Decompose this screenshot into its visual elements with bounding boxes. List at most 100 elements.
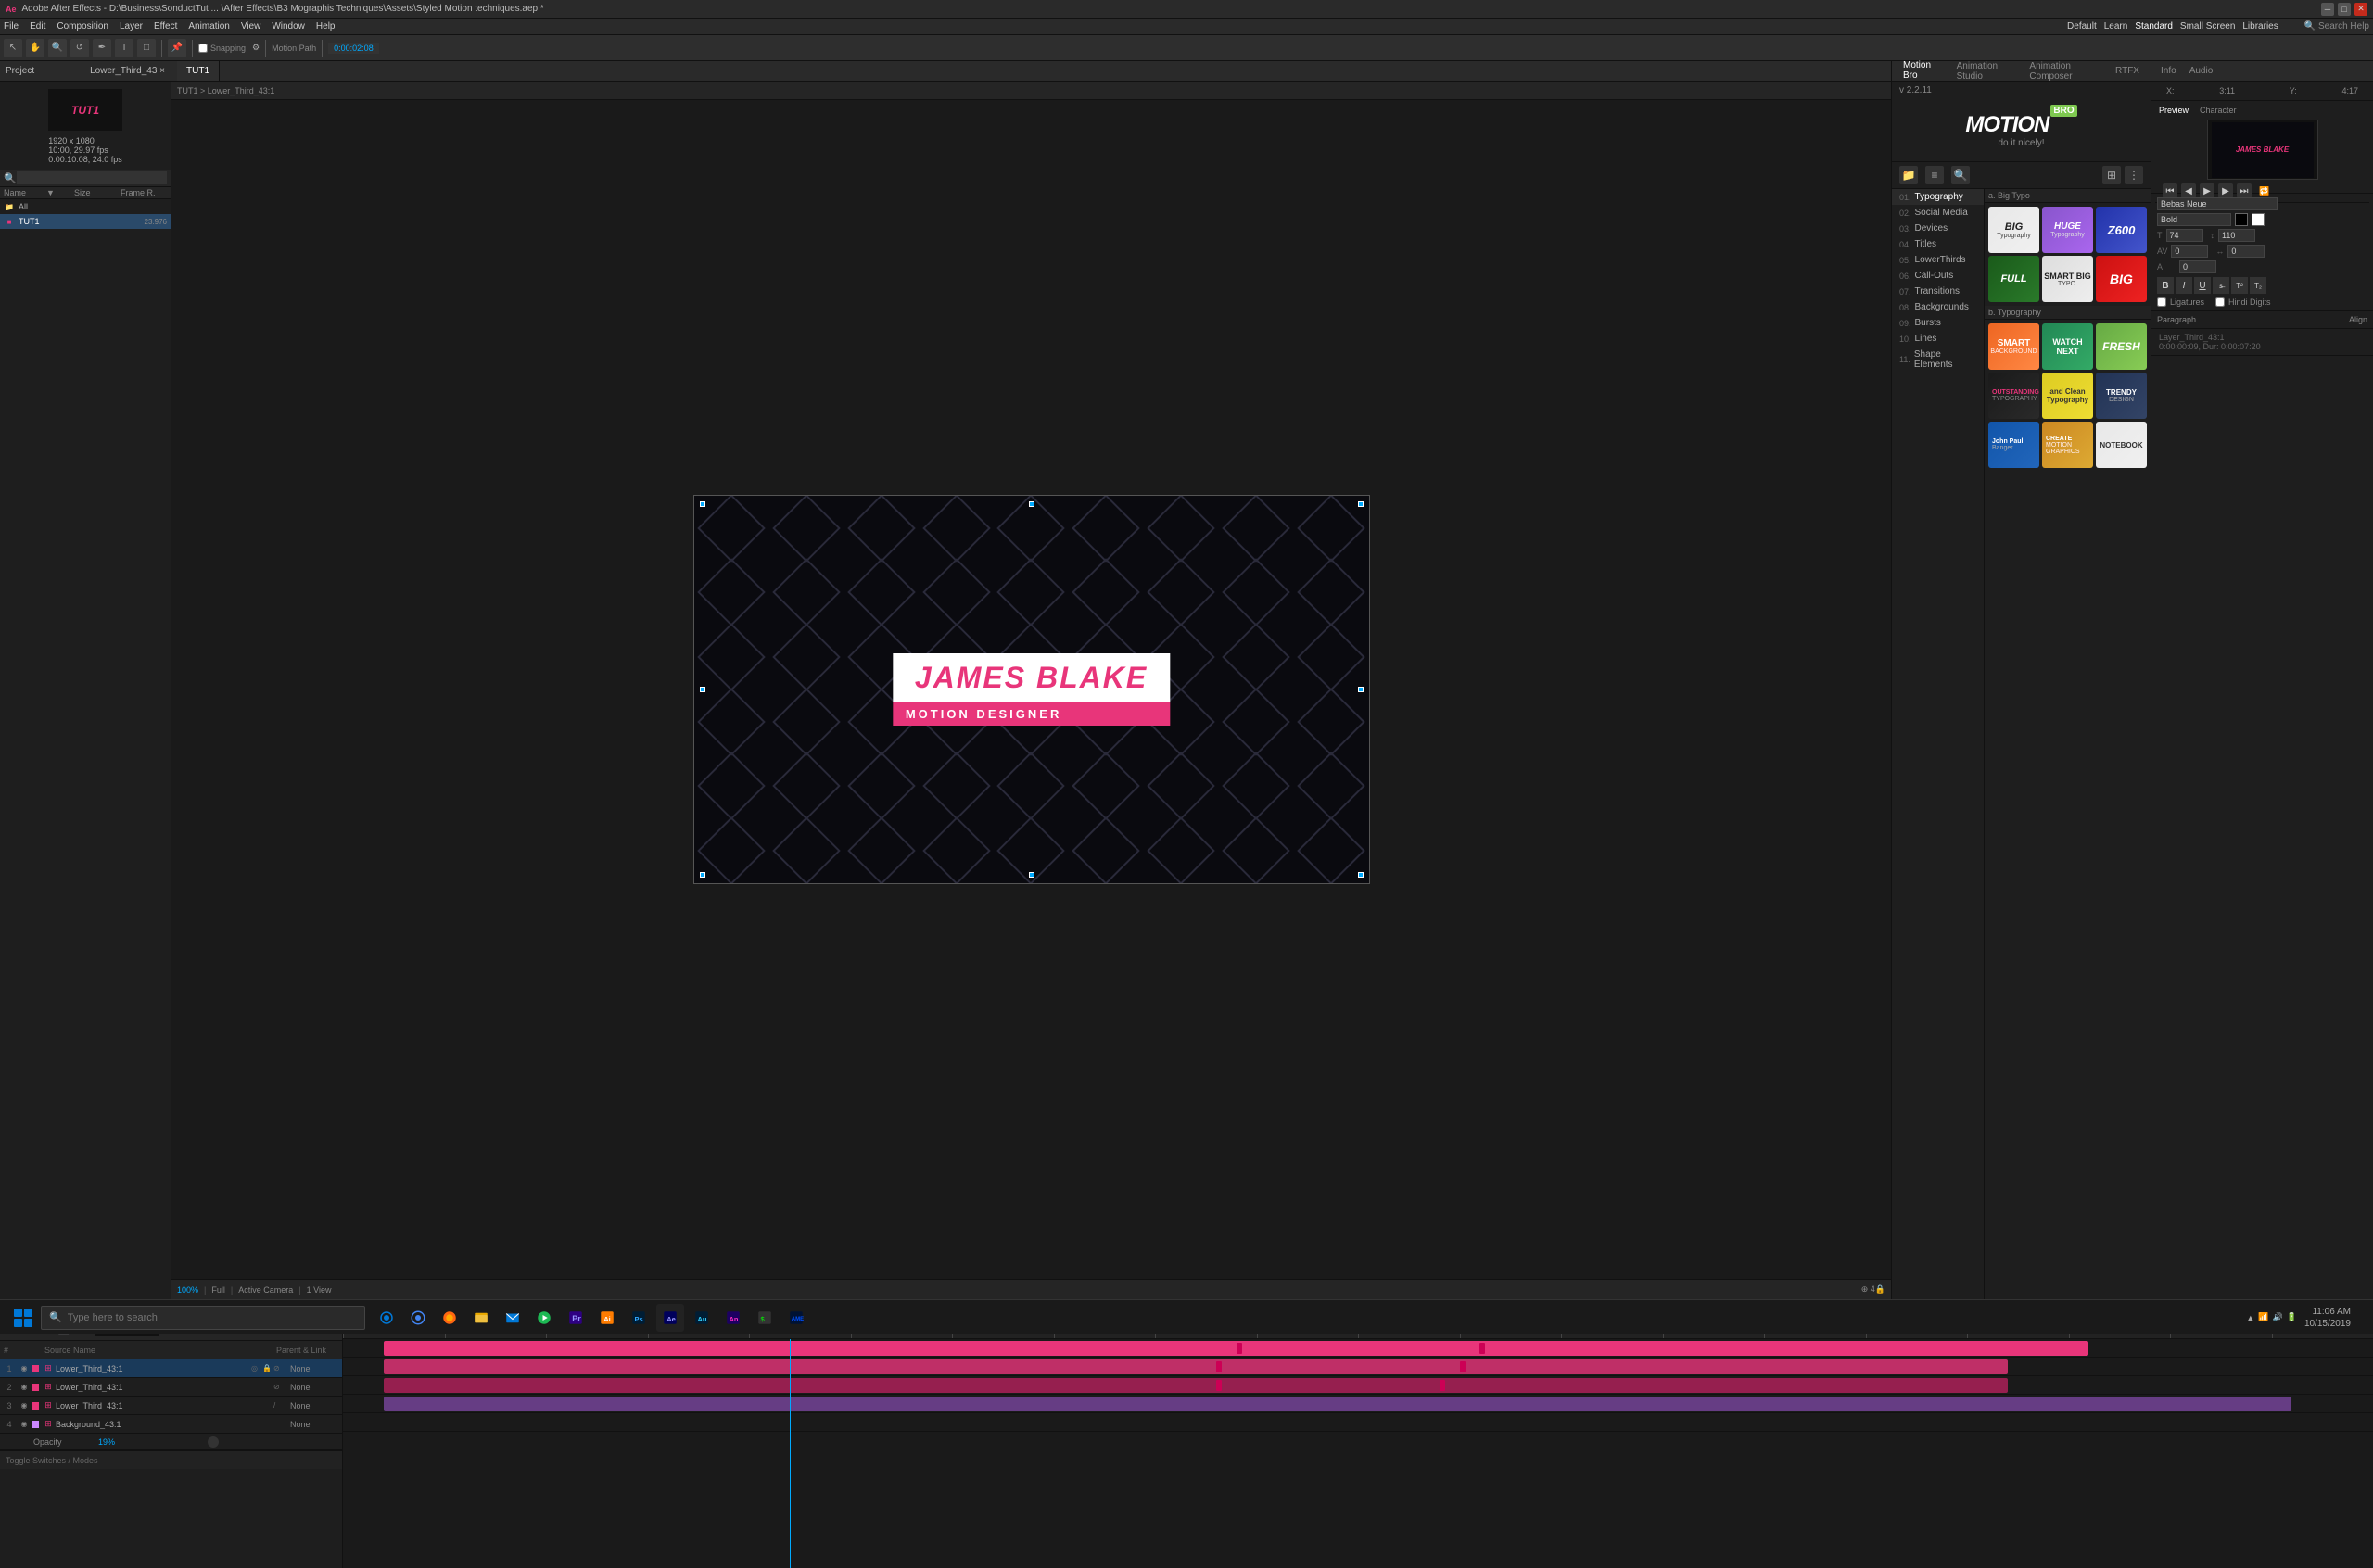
- taskbar-icon-after-effects[interactable]: Ae: [656, 1304, 684, 1332]
- stroke-color-swatch[interactable]: [2252, 213, 2265, 226]
- track-bar-4[interactable]: [384, 1397, 2292, 1411]
- taskbar-icon-audition[interactable]: Au: [688, 1304, 716, 1332]
- font-family-input[interactable]: [2157, 197, 2278, 210]
- opacity-value[interactable]: 19%: [93, 1437, 115, 1447]
- handle-tl[interactable]: [700, 501, 705, 507]
- mb-cat-social[interactable]: 02. Social Media: [1892, 205, 1984, 221]
- mb-cat-callouts[interactable]: 06. Call-Outs: [1892, 268, 1984, 284]
- menu-layer[interactable]: Layer: [120, 21, 143, 32]
- text-tool[interactable]: T: [115, 39, 133, 57]
- workspace-small[interactable]: Small Screen: [2180, 21, 2235, 32]
- layer-row-3[interactable]: 3 ◉ ⊞ Lower_Third_43:1 / None: [0, 1397, 342, 1415]
- menu-window[interactable]: Window: [272, 21, 305, 32]
- tray-arrow[interactable]: ▲: [2246, 1313, 2254, 1322]
- mb-card-create[interactable]: CREATE MOTION GRAPHICS: [2042, 422, 2093, 468]
- views-menu[interactable]: 1 View: [307, 1285, 332, 1295]
- layer-vis-3[interactable]: ◉: [19, 1401, 30, 1410]
- leading-input[interactable]: [2218, 229, 2255, 242]
- layer-row-1[interactable]: 1 ◉ ⊞ Lower_Third_43:1 ◎ 🔒 ⊘ None: [0, 1359, 342, 1378]
- mb-expand-icon[interactable]: ⊞: [2102, 166, 2121, 184]
- mb-card-big-red[interactable]: BIG: [2096, 256, 2147, 302]
- pen-tool[interactable]: ✒: [93, 39, 111, 57]
- tracking-input[interactable]: [2227, 245, 2265, 258]
- menu-effect[interactable]: Effect: [154, 21, 177, 32]
- layer-parent-2[interactable]: None: [286, 1383, 342, 1392]
- layer-row-2[interactable]: 2 ◉ ⊞ Lower_Third_43:1 ⊘ None: [0, 1378, 342, 1397]
- mb-menu-icon[interactable]: ⋮: [2125, 166, 2143, 184]
- frp-tab-info[interactable]: Info: [2157, 65, 2180, 77]
- opacity-keyframe-diamond[interactable]: [208, 1436, 219, 1448]
- menu-help[interactable]: Help: [316, 21, 336, 32]
- taskbar-icon-shell[interactable]: $: [751, 1304, 779, 1332]
- track-bar-2[interactable]: [384, 1359, 2008, 1374]
- taskbar-icon-animate[interactable]: An: [719, 1304, 747, 1332]
- taskbar-icon-media[interactable]: [530, 1304, 558, 1332]
- layer-vis-2[interactable]: ◉: [19, 1383, 30, 1391]
- mb-card-huge-typo[interactable]: HUGE Typography: [2042, 207, 2093, 253]
- mb-cat-backgrounds[interactable]: 08. Backgrounds: [1892, 299, 1984, 315]
- rotate-tool[interactable]: ↺: [70, 39, 89, 57]
- frp-tab-audio[interactable]: Audio: [2186, 65, 2217, 77]
- mb-card-smart-big[interactable]: SMART BIG TYPO.: [2042, 256, 2093, 302]
- ligatures-checkbox[interactable]: [2157, 297, 2166, 307]
- mb-card-watch-next[interactable]: WATCH NEXT: [2042, 323, 2093, 370]
- font-style-input[interactable]: [2157, 213, 2231, 226]
- handle-bl[interactable]: [700, 872, 705, 878]
- baseline-input[interactable]: [2179, 260, 2216, 273]
- taskbar-search-bar[interactable]: 🔍: [41, 1306, 365, 1330]
- mb-tab-rtfx[interactable]: RTFX: [2110, 65, 2145, 77]
- superscript-button[interactable]: T²: [2231, 277, 2248, 294]
- minimize-button[interactable]: ─: [2321, 3, 2334, 16]
- camera-menu[interactable]: Active Camera: [238, 1285, 293, 1295]
- quality-menu[interactable]: Full: [211, 1285, 225, 1295]
- mb-cat-typography[interactable]: 01. Typography: [1892, 189, 1984, 205]
- taskbar-clock[interactable]: 11:06 AM 10/15/2019: [2304, 1306, 2351, 1330]
- puppet-tool[interactable]: 📌: [168, 39, 186, 57]
- layer-vis-4[interactable]: ◉: [19, 1420, 30, 1428]
- workspace-default[interactable]: Default: [2067, 21, 2097, 32]
- menu-animation[interactable]: Animation: [188, 21, 229, 32]
- mb-card-john-paul[interactable]: John Paul Banger: [1988, 422, 2039, 468]
- taskbar-icon-explorer[interactable]: [467, 1304, 495, 1332]
- mb-cat-lines[interactable]: 10. Lines: [1892, 331, 1984, 347]
- hand-tool[interactable]: ✋: [26, 39, 44, 57]
- fill-color-swatch[interactable]: [2235, 213, 2248, 226]
- mb-card-full[interactable]: FULL: [1988, 256, 2039, 302]
- snapping-checkbox[interactable]: [198, 44, 208, 53]
- selection-tool[interactable]: ↖: [4, 39, 22, 57]
- mb-card-trendy[interactable]: TRENDY DESIGN: [2096, 373, 2147, 419]
- taskbar-icon-premiere[interactable]: Pr: [562, 1304, 590, 1332]
- mb-tab-motionbro[interactable]: Motion Bro: [1897, 59, 1944, 82]
- menu-file[interactable]: File: [4, 21, 19, 32]
- frp-preview-tab[interactable]: Preview: [2155, 105, 2192, 116]
- mb-card-outstanding[interactable]: OUTSTANDING TYPOGRAPHY: [1988, 373, 2039, 419]
- mb-cat-transitions[interactable]: 07. Transitions: [1892, 284, 1984, 299]
- project-search-input[interactable]: [17, 171, 167, 184]
- mb-card-and-clean[interactable]: and Clean Typography: [2042, 373, 2093, 419]
- maximize-button[interactable]: □: [2338, 3, 2351, 16]
- timecode-display[interactable]: 0:00:02:08: [328, 43, 379, 54]
- mb-cat-bursts[interactable]: 09. Bursts: [1892, 315, 1984, 331]
- zoom-tool[interactable]: 🔍: [48, 39, 67, 57]
- handle-bc[interactable]: [1029, 872, 1034, 878]
- mb-card-fresh[interactable]: FRESH: [2096, 323, 2147, 370]
- bold-button[interactable]: B: [2157, 277, 2174, 294]
- mb-card-notebook[interactable]: NOTEBOOK: [2096, 422, 2147, 468]
- layer-parent-3[interactable]: None: [286, 1401, 342, 1410]
- layer-switch-1[interactable]: ⊘: [273, 1364, 283, 1372]
- menu-edit[interactable]: Edit: [30, 21, 45, 32]
- workspace-standard[interactable]: Standard: [2135, 21, 2173, 32]
- handle-ml[interactable]: [700, 687, 705, 692]
- font-size-input[interactable]: [2166, 229, 2203, 242]
- taskbar-icon-chrome[interactable]: [404, 1304, 432, 1332]
- mb-cat-shapes[interactable]: 11. Shape Elements: [1892, 347, 1984, 373]
- mb-card-smart-bg[interactable]: SMART BACKGROUND: [1988, 323, 2039, 370]
- handle-tr[interactable]: [1358, 501, 1364, 507]
- mb-tab-animation[interactable]: Animation Studio: [1951, 60, 2017, 82]
- layer-solo-1[interactable]: ◎: [251, 1364, 260, 1372]
- kerning-input[interactable]: [2171, 245, 2208, 258]
- italic-button[interactable]: I: [2176, 277, 2192, 294]
- composition-canvas[interactable]: // will be rendered via JS below JAMES B…: [693, 495, 1370, 884]
- mb-card-3600[interactable]: Z600: [2096, 207, 2147, 253]
- switches-label[interactable]: Toggle Switches / Modes: [6, 1456, 98, 1465]
